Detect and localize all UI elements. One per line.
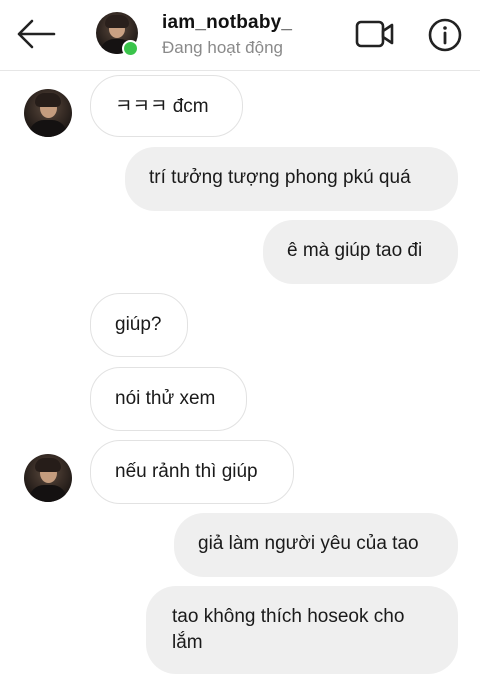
contact-username[interactable]: iam_notbaby_: [162, 12, 292, 34]
message-bubble-outgoing[interactable]: ê mà giúp tao đi: [263, 220, 458, 284]
message-text: ê mà giúp tao đi: [287, 240, 423, 261]
arrow-left-icon: [17, 19, 56, 49]
video-call-button[interactable]: [354, 18, 396, 50]
message-text: giúp?: [115, 314, 162, 335]
message-text: giả làm người yêu của tao: [198, 533, 419, 554]
activity-status: Đang hoạt động: [162, 38, 283, 57]
info-button[interactable]: [428, 18, 462, 52]
message-text: ㅋㅋㅋ đcm: [115, 96, 209, 117]
video-camera-icon: [355, 20, 394, 48]
sender-avatar[interactable]: [24, 89, 72, 137]
back-button[interactable]: [14, 16, 58, 52]
message-text: tao không thích hoseok cho lắm: [172, 606, 405, 653]
message-bubble-incoming[interactable]: giúp?: [90, 293, 188, 357]
chat-header: iam_notbaby_ Đang hoạt động: [0, 0, 480, 71]
message-bubble-outgoing[interactable]: tao không thích hoseok cho lắm: [146, 586, 458, 674]
message-bubble-incoming[interactable]: nếu rảnh thì giúp: [90, 440, 294, 504]
message-text: trí tưởng tượng phong pkú quá: [149, 167, 411, 188]
message-bubble-incoming[interactable]: ㅋㅋㅋ đcm: [90, 75, 243, 137]
message-bubble-outgoing[interactable]: giả làm người yêu của tao: [174, 513, 458, 577]
sender-avatar[interactable]: [24, 454, 72, 502]
info-circle-icon: [428, 18, 462, 52]
message-bubble-outgoing[interactable]: trí tưởng tượng phong pkú quá: [125, 147, 458, 211]
message-text: nếu rảnh thì giúp: [115, 461, 258, 482]
message-text: nói thử xem: [115, 388, 216, 409]
online-status-dot: [122, 40, 139, 57]
message-bubble-incoming[interactable]: nói thử xem: [90, 367, 247, 431]
